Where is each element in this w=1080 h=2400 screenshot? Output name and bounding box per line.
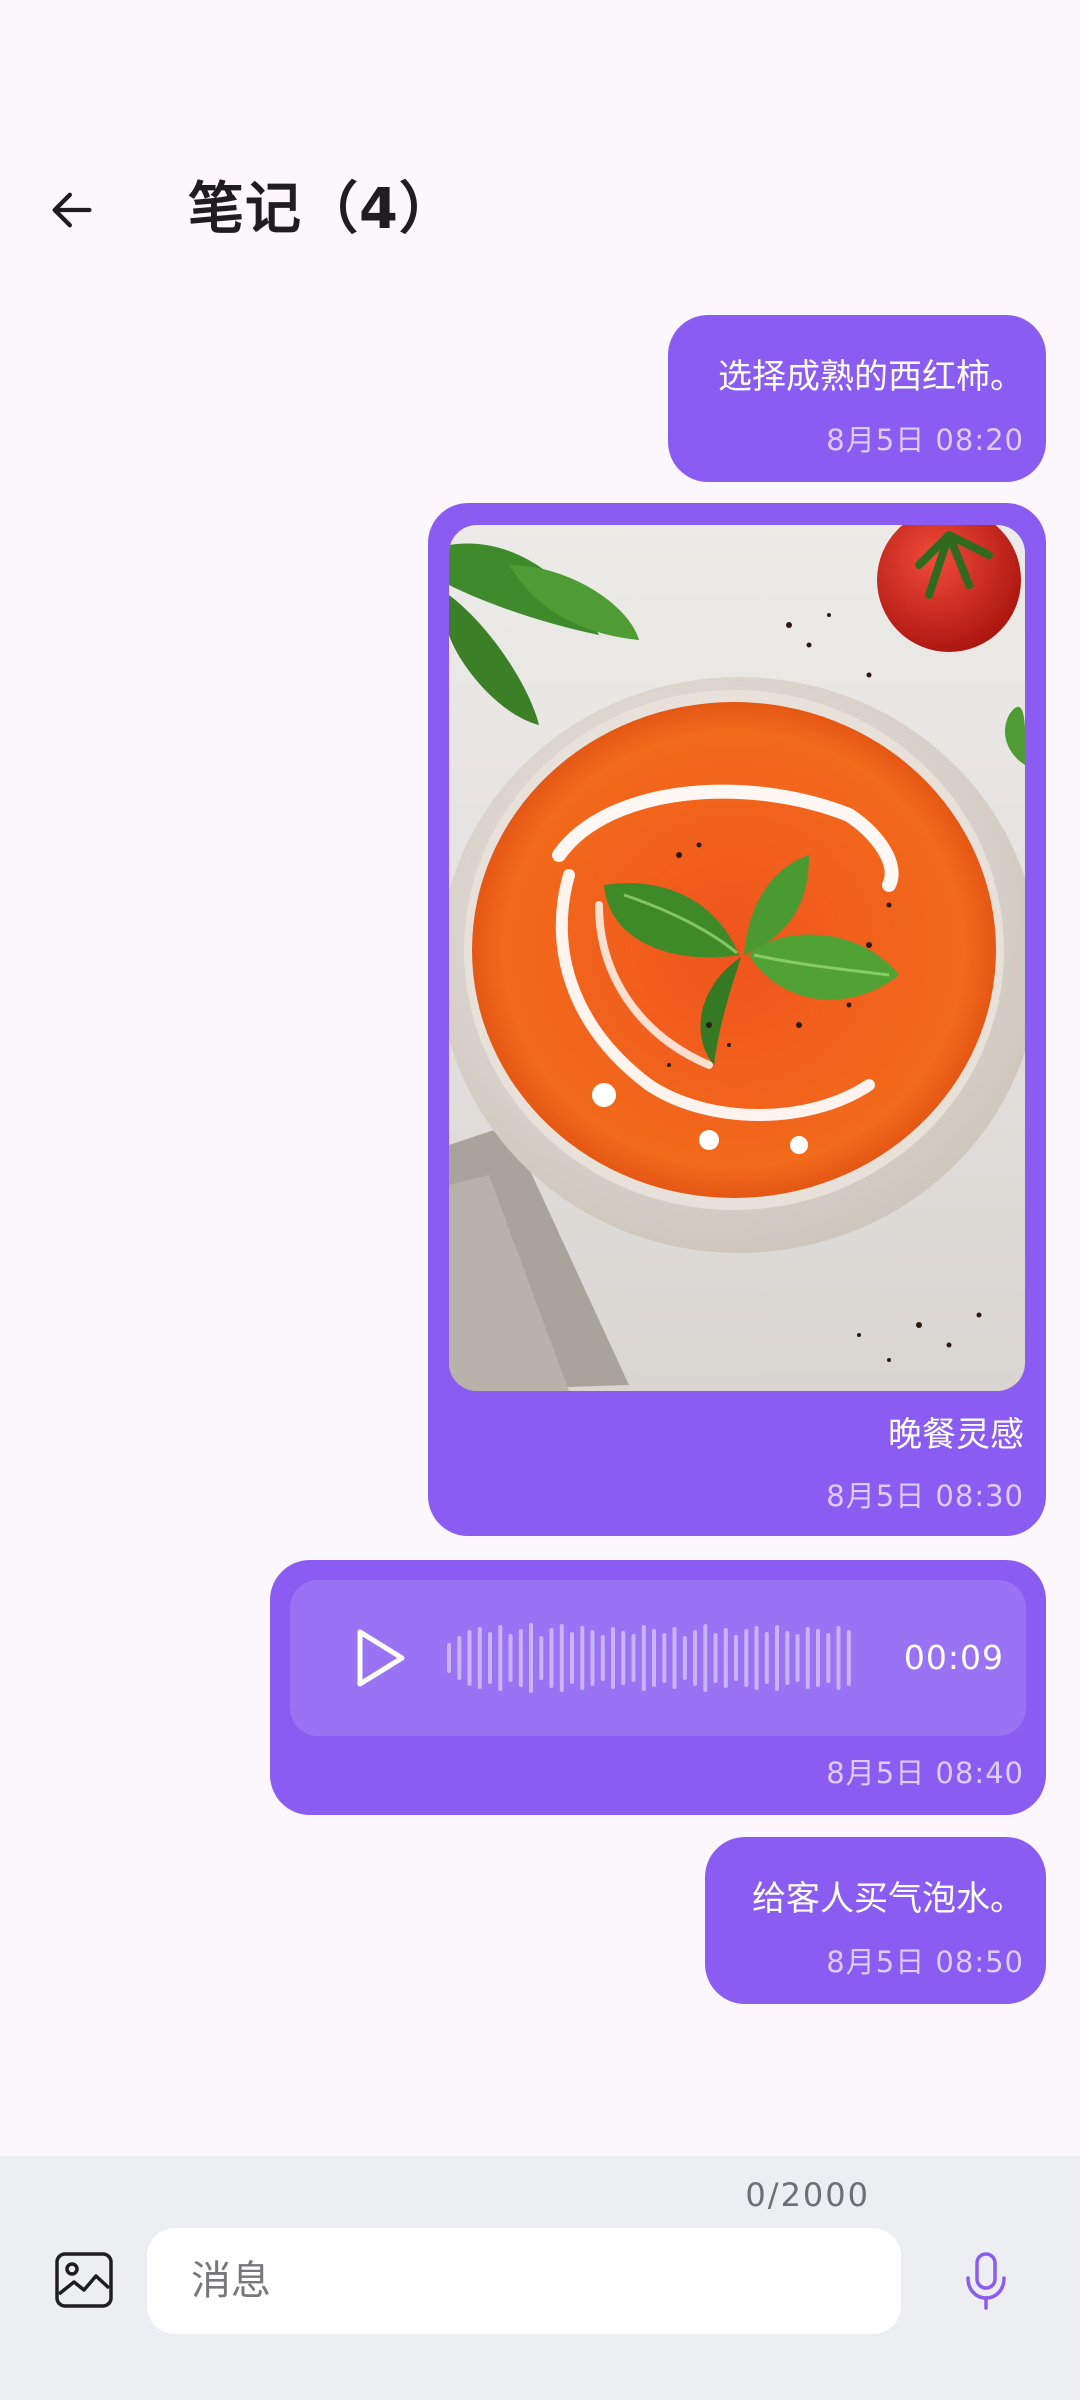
microphone-icon — [966, 2252, 1006, 2310]
waveform-bar — [713, 1633, 718, 1683]
waveform-bar — [723, 1628, 728, 1688]
image-icon — [55, 2252, 113, 2308]
image-caption: 晚餐灵感 — [888, 1415, 1024, 1455]
attach-image-button[interactable] — [52, 2248, 116, 2312]
waveform-bar — [477, 1627, 482, 1689]
waveform-bar — [836, 1626, 841, 1690]
note-bubble-text[interactable]: 选择成熟的西红柿。 8月5日 08:20 — [668, 315, 1046, 482]
waveform-bar — [467, 1630, 472, 1686]
voice-duration: 00:09 — [903, 1638, 1004, 1677]
note-bubble-voice[interactable]: 00:09 8月5日 08:40 — [270, 1560, 1046, 1815]
note-timestamp: 8月5日 08:50 — [826, 1945, 1024, 1979]
message-composer: 0/2000 — [0, 2156, 1080, 2400]
waveform-bar — [508, 1634, 513, 1682]
waveform-bar — [805, 1627, 810, 1689]
waveform-bar — [600, 1635, 605, 1681]
waveform-bar — [559, 1624, 564, 1692]
waveform-bar — [826, 1633, 831, 1683]
tomato-soup-photo — [449, 525, 1025, 1391]
note-bubble-text[interactable]: 给客人买气泡水。 8月5日 08:50 — [705, 1837, 1046, 2004]
waveform-bar — [754, 1626, 759, 1690]
page-title: 笔记（4） — [188, 177, 456, 242]
note-text: 选择成熟的西红柿。 — [718, 357, 1024, 397]
waveform-bar — [447, 1643, 451, 1673]
waveform-bar — [734, 1635, 738, 1681]
note-timestamp: 8月5日 08:40 — [826, 1756, 1024, 1790]
top-app-bar: 笔记（4） — [0, 150, 1080, 270]
waveform-bar — [682, 1636, 687, 1680]
character-counter: 0/2000 — [745, 2176, 870, 2214]
arrow-left-icon — [52, 192, 92, 228]
waveform-bar — [693, 1630, 697, 1686]
waveform-bar — [846, 1630, 851, 1686]
waveform-bar — [539, 1636, 544, 1680]
note-text: 给客人买气泡水。 — [752, 1879, 1024, 1919]
note-photo[interactable] — [449, 525, 1025, 1391]
note-bubble-image[interactable]: 晚餐灵感 8月5日 08:30 — [428, 503, 1046, 1536]
waveform-bar — [631, 1634, 636, 1682]
waveform-bar — [518, 1629, 523, 1687]
waveform-bar — [795, 1634, 800, 1682]
note-timestamp: 8月5日 08:30 — [826, 1479, 1024, 1513]
waveform-bar — [590, 1630, 595, 1686]
voice-waveform — [447, 1623, 851, 1693]
waveform-bar — [672, 1627, 677, 1689]
waveform-bar — [529, 1623, 533, 1693]
message-input[interactable] — [147, 2228, 901, 2334]
waveform-bar — [641, 1625, 646, 1691]
waveform-bar — [816, 1629, 820, 1687]
waveform-bar — [764, 1632, 769, 1684]
waveform-bar — [580, 1626, 585, 1690]
waveform-bar — [498, 1625, 503, 1691]
play-icon — [357, 1629, 405, 1687]
note-timestamp: 8月5日 08:20 — [826, 423, 1024, 457]
waveform-bar — [775, 1625, 779, 1691]
waveform-bar — [549, 1628, 554, 1688]
waveform-bar — [785, 1631, 790, 1685]
waveform-bar — [488, 1632, 492, 1684]
waveform-bar — [744, 1629, 749, 1687]
waveform-bar — [457, 1636, 462, 1680]
waveform-bar — [662, 1633, 667, 1683]
waveform-bar — [652, 1629, 656, 1687]
waveform-bar — [611, 1627, 615, 1689]
back-button[interactable] — [36, 174, 108, 246]
waveform-bar — [570, 1632, 574, 1684]
voice-record-button[interactable] — [954, 2248, 1018, 2312]
waveform-bar — [621, 1631, 626, 1685]
waveform-bar — [703, 1624, 708, 1692]
play-button[interactable] — [346, 1626, 410, 1690]
voice-player: 00:09 — [290, 1580, 1026, 1736]
